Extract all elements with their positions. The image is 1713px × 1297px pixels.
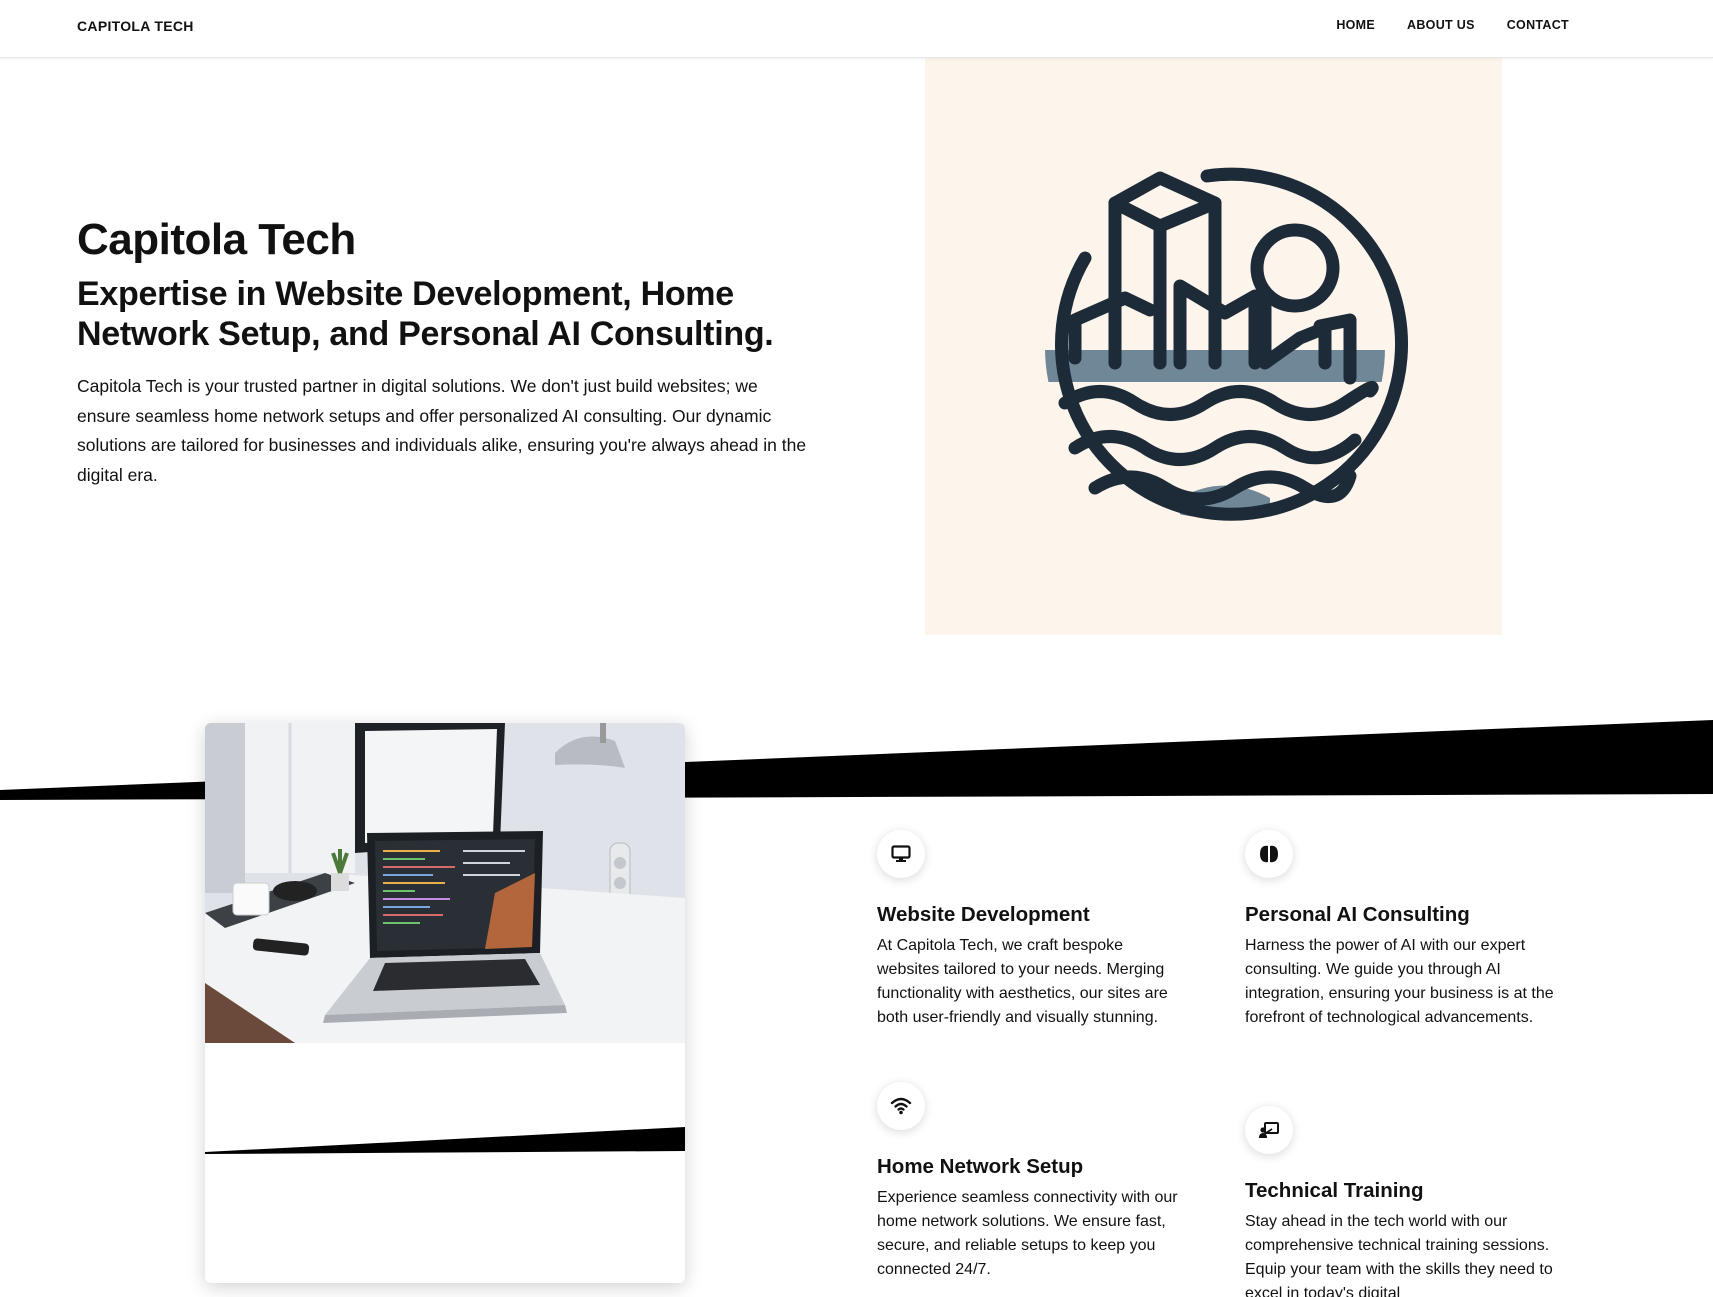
service-title: Home Network Setup	[877, 1155, 1084, 1178]
city-waves-logo-icon	[1045, 167, 1409, 521]
nav-about-link[interactable]: ABOUT US	[1407, 18, 1475, 32]
service-description: Experience seamless connectivity with ou…	[877, 1189, 1178, 1278]
hero-subtitle: Expertise in Website Development, Home N…	[77, 275, 774, 353]
hero-description: Capitola Tech is your trusted partner in…	[77, 376, 807, 485]
service-personal-ai-consulting: Personal AI Consulting Harness the power…	[1245, 830, 1555, 1030]
service-icon-badge	[877, 1082, 925, 1130]
service-description: Stay ahead in the tech world with our co…	[1245, 1213, 1553, 1297]
teacher-icon	[1259, 1122, 1279, 1138]
service-description: Harness the power of AI with our expert …	[1245, 937, 1554, 1026]
nav-links: HOME ABOUT US CONTACT	[1336, 18, 1569, 32]
page: CAPITOLA TECH HOME ABOUT US CONTACT Capi…	[0, 0, 1713, 1297]
service-website-development: Website Development At Capitola Tech, we…	[877, 830, 1187, 1030]
service-title: Personal AI Consulting	[1245, 903, 1470, 926]
hero-title: Capitola Tech	[77, 215, 356, 264]
nav-contact-link[interactable]: CONTACT	[1507, 18, 1569, 32]
service-description: At Capitola Tech, we craft bespoke websi…	[877, 937, 1168, 1026]
service-icon-badge	[1245, 830, 1293, 878]
nav-home-link[interactable]: HOME	[1336, 18, 1375, 32]
top-navbar: CAPITOLA TECH HOME ABOUT US CONTACT	[0, 0, 1713, 58]
service-icon-badge	[1245, 1106, 1293, 1154]
monitor-icon	[891, 845, 911, 862]
laptop-workspace-photo	[205, 723, 685, 1043]
service-icon-badge	[877, 830, 925, 878]
hero-logo-image	[925, 58, 1502, 635]
card-slanted-divider	[205, 1127, 685, 1154]
hero-section: Capitola Tech Expertise in Website Devel…	[77, 214, 817, 490]
service-technical-training: Technical Training Stay ahead in the tec…	[1245, 1106, 1555, 1297]
service-home-network-setup: Home Network Setup Experience seamless c…	[877, 1082, 1187, 1282]
service-title: Technical Training	[1245, 1179, 1424, 1202]
brain-icon	[1260, 845, 1278, 863]
wifi-icon	[890, 1097, 912, 1115]
workspace-image-card	[205, 723, 685, 1283]
brand-link[interactable]: CAPITOLA TECH	[77, 18, 194, 34]
service-title: Website Development	[877, 903, 1090, 926]
